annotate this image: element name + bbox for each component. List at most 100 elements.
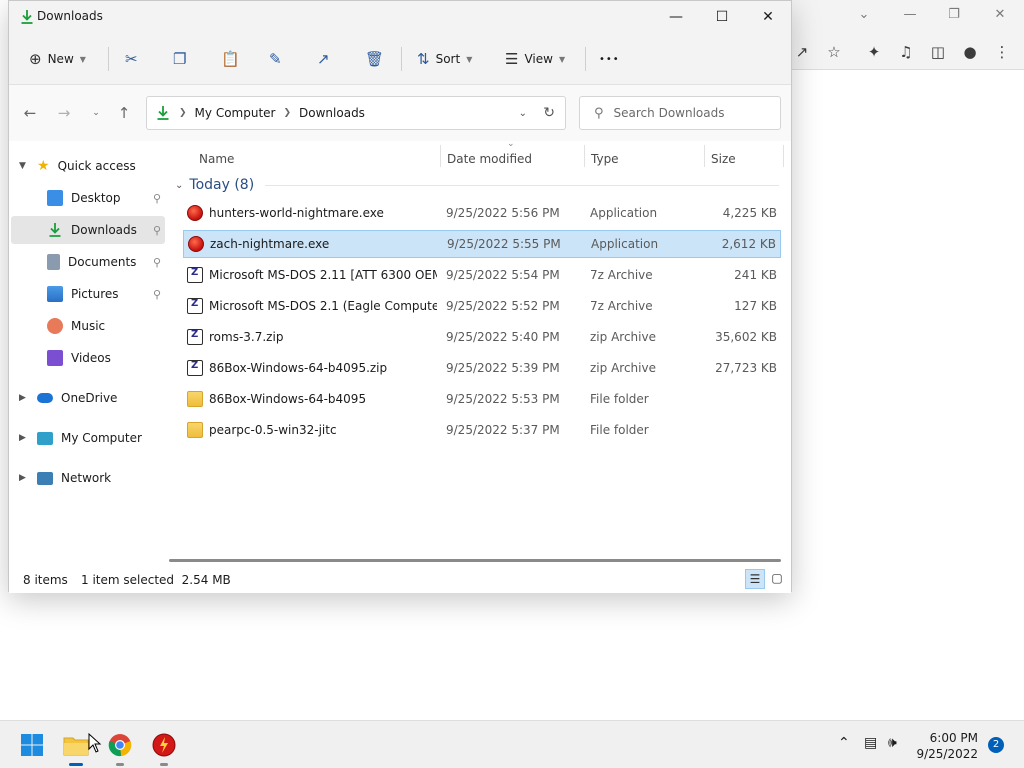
view-button[interactable]: ☰ View ▼ [505,45,565,73]
file-row[interactable]: roms-3.7.zip 9/25/2022 5:40 PM zip Archi… [183,323,781,351]
chevron-down-icon[interactable]: ⌄ [854,6,874,24]
recent-locations-chevron-icon[interactable]: ⌄ [85,103,107,123]
sidebar-item-desktop[interactable]: Desktop ⚲ [11,184,165,212]
sidebar-item-music[interactable]: Music [11,312,165,340]
address-bar[interactable]: ❯ My Computer ❯ Downloads ⌄ ↻ [146,96,566,130]
clock[interactable]: 6:00 PM 9/25/2022 [916,730,978,762]
bookmark-star-icon[interactable]: ☆ [824,42,844,62]
clock-time: 6:00 PM [929,731,978,745]
pin-icon[interactable]: ⚲ [153,224,161,237]
taskbar-nightmare-app[interactable] [148,729,180,761]
expand-chevron-icon[interactable]: ▶ [19,473,26,483]
sidebar-item-label: Music [71,319,106,333]
copy-icon: ❐ [173,50,187,68]
column-divider[interactable] [440,145,441,167]
refresh-icon[interactable]: ↻ [543,105,555,121]
show-hidden-icons-chevron-icon[interactable]: ⌃ [838,735,850,751]
rename-button[interactable]: ✎ [269,45,282,73]
share-icon[interactable]: ↗ [792,42,812,62]
notification-badge[interactable]: 2 [988,737,1004,753]
sidebar-item-videos[interactable]: Videos [11,344,165,372]
chevron-down-icon: ▼ [558,54,566,64]
taskbar-chrome[interactable] [104,729,136,761]
file-type: Application [590,206,658,220]
sidebar-item-label: Desktop [71,191,121,205]
status-bar: 8 items 1 item selected 2.54 MB ☰ ▢ [9,563,791,593]
copy-button[interactable]: ❐ [173,45,186,73]
paste-button[interactable]: 📋 [221,45,240,73]
app-icon [187,205,203,221]
browser-menu-icon[interactable]: ⋮ [992,42,1012,62]
sidebar-item-onedrive[interactable]: OneDrive [37,384,167,412]
side-panel-icon[interactable]: ◫ [928,42,948,62]
close-button[interactable]: ✕ [745,1,791,33]
details-view-icon[interactable]: ☰ [745,569,765,589]
share-button[interactable]: ↗ [317,45,330,73]
breadcrumb-my-computer[interactable]: My Computer [195,106,276,120]
pin-icon[interactable]: ⚲ [153,192,161,205]
file-row[interactable]: 86Box-Windows-64-b4095.zip 9/25/2022 5:3… [183,354,781,382]
extensions-icon[interactable]: ✦ [864,42,884,62]
sidebar-item-pictures[interactable]: Pictures ⚲ [11,280,165,308]
back-arrow-icon[interactable]: ← [19,103,41,123]
search-input[interactable] [613,106,764,120]
pin-icon[interactable]: ⚲ [153,256,161,269]
computer-icon [37,431,53,445]
column-header-size[interactable]: Size [711,147,736,171]
file-name: 86Box-Windows-64-b4095.zip [209,361,388,375]
network-status-icon[interactable]: ▤ [864,735,877,751]
address-history-chevron-icon[interactable]: ⌄ [519,108,527,119]
expand-chevron-icon[interactable]: ▶ [19,433,26,443]
profile-avatar-icon[interactable]: ● [960,42,980,62]
sidebar-item-documents[interactable]: Documents ⚲ [11,248,165,276]
delete-button[interactable]: 🗑 [365,45,384,73]
downloads-icon [157,106,169,120]
media-control-icon[interactable]: ♫ [896,42,916,62]
breadcrumb-downloads[interactable]: Downloads [299,106,365,120]
search-box[interactable]: ⚲ [579,96,781,130]
column-divider[interactable] [704,145,705,167]
expand-chevron-icon[interactable]: ▶ [19,393,26,403]
toolbar-divider [401,47,402,71]
browser-close-button[interactable]: ✕ [990,6,1010,24]
file-row[interactable]: Microsoft MS-DOS 2.1 (Eagle Computer ...… [183,292,781,320]
file-row[interactable]: zach-nightmare.exe 9/25/2022 5:55 PM App… [183,230,781,258]
horizontal-scrollbar[interactable] [169,559,781,562]
file-row[interactable]: 86Box-Windows-64-b4095 9/25/2022 5:53 PM… [183,385,781,413]
maximize-button[interactable]: ☐ [699,1,745,33]
new-button[interactable]: ⊕ New ▼ [29,45,86,73]
minimize-button[interactable]: — [653,1,699,33]
column-header-type[interactable]: Type [591,147,619,171]
sidebar-item-my-computer[interactable]: My Computer [37,424,167,452]
browser-minimize-button[interactable]: — [900,6,920,24]
volume-icon[interactable]: 🕪 [888,735,897,751]
cut-button[interactable]: ✂ [125,45,138,73]
up-arrow-icon[interactable]: ↑ [113,103,135,123]
column-header-name[interactable]: Name [199,147,234,171]
column-divider[interactable] [584,145,585,167]
file-row[interactable]: hunters-world-nightmare.exe 9/25/2022 5:… [183,199,781,227]
desktop-icon [47,190,63,206]
sort-button[interactable]: ⇅ Sort ▼ [417,45,472,73]
file-row[interactable]: Microsoft MS-DOS 2.11 [ATT 6300 OEM r...… [183,261,781,289]
file-row[interactable]: pearpc-0.5-win32-jitc 9/25/2022 5:37 PM … [183,416,781,444]
group-header-today[interactable]: ⌄ Today (8) [175,175,254,195]
tiles-view-icon[interactable]: ▢ [767,569,787,589]
more-options-button[interactable]: ••• [599,45,620,73]
sidebar-item-downloads[interactable]: Downloads ⚲ [11,216,165,244]
title-bar[interactable]: Downloads — ☐ ✕ [9,1,791,33]
sidebar-item-quick-access[interactable]: ★ Quick access [37,152,167,180]
forward-arrow-icon[interactable]: → [53,103,75,123]
sidebar-item-network[interactable]: Network [37,464,167,492]
pin-icon[interactable]: ⚲ [153,288,161,301]
start-button[interactable] [16,729,48,761]
windows-logo-icon [21,734,43,756]
file-type: 7z Archive [590,268,653,282]
browser-restore-button[interactable]: ❐ [944,6,964,24]
column-header-date[interactable]: Date modified [447,147,532,171]
column-divider[interactable] [783,145,784,167]
collapse-chevron-icon[interactable]: ▼ [19,161,26,171]
file-type: 7z Archive [590,299,653,313]
file-date: 9/25/2022 5:55 PM [447,237,561,251]
chevron-down-icon: ▼ [466,54,473,64]
